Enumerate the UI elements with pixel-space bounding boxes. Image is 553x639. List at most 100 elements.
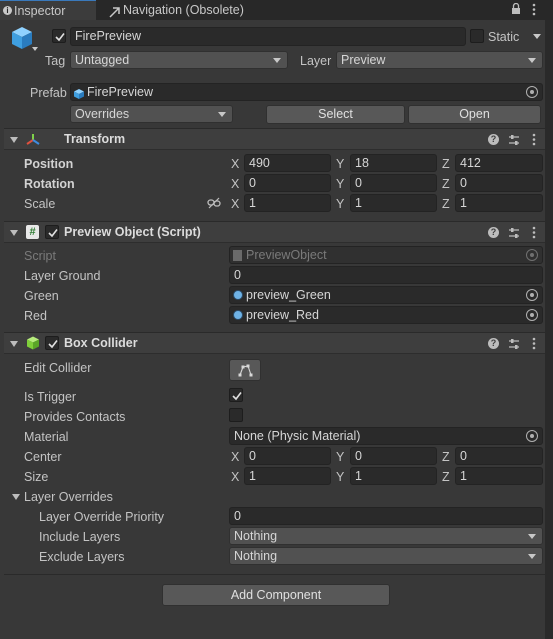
collider-enabled-checkbox[interactable] (45, 336, 59, 350)
help-icon[interactable]: ? (488, 134, 499, 145)
more-icon[interactable] (532, 133, 536, 146)
static-dropdown-arrow[interactable] (533, 34, 541, 39)
center-y-input[interactable]: 0 (350, 447, 437, 465)
transform-icon (26, 133, 40, 147)
chevron-down-icon (218, 112, 226, 117)
layer-label: Layer (300, 54, 332, 68)
tab-inspector-label: Inspector (14, 4, 66, 18)
info-icon: i (3, 6, 12, 15)
position-x-input[interactable]: 490 (244, 154, 331, 172)
tab-navigation[interactable]: Navigation (Obsolete) (107, 0, 282, 20)
more-icon[interactable] (532, 226, 536, 239)
tab-inspector[interactable]: i Inspector (0, 0, 96, 20)
preset-icon[interactable] (508, 227, 520, 239)
green-field[interactable]: preview_Green (229, 286, 543, 304)
more-icon[interactable] (532, 337, 536, 350)
preset-icon[interactable] (508, 134, 520, 146)
foldout-arrow-icon[interactable] (10, 230, 18, 236)
open-button[interactable]: Open (408, 105, 541, 124)
rotation-y-input[interactable]: 0 (350, 174, 437, 192)
axis-x-label[interactable]: X (231, 156, 239, 172)
layer-dropdown[interactable]: Preview (336, 51, 543, 69)
size-label: Size (24, 470, 49, 484)
red-field[interactable]: preview_Red (229, 306, 543, 324)
material-label: Material (24, 430, 69, 444)
size-y-input[interactable]: 1 (350, 467, 437, 485)
size-z-input[interactable]: 1 (455, 467, 543, 485)
tag-dropdown[interactable]: Untagged (70, 51, 288, 69)
gameobject-name-input[interactable]: FirePreview (70, 27, 466, 46)
transform-header[interactable]: Transform ? (4, 128, 545, 150)
axis-y-label[interactable]: Y (336, 156, 344, 172)
script-label: Script (24, 249, 56, 263)
layer-overrides-foldout-icon[interactable] (12, 494, 20, 500)
object-picker-icon[interactable] (526, 86, 538, 98)
position-y-input[interactable]: 18 (350, 154, 437, 172)
box-collider-icon (26, 336, 40, 350)
script-file-icon (233, 250, 242, 261)
menu-icon[interactable] (532, 3, 536, 16)
provides-contacts-checkbox[interactable] (229, 408, 243, 422)
center-z-input[interactable]: 0 (455, 447, 543, 465)
scale-y-input[interactable]: 1 (350, 194, 437, 212)
divider (4, 574, 545, 575)
tab-navigation-label: Navigation (Obsolete) (123, 3, 244, 17)
add-component-button[interactable]: Add Component (162, 584, 390, 606)
axis-y-label[interactable]: Y (336, 469, 344, 485)
is-trigger-checkbox[interactable] (229, 388, 243, 402)
axis-z-label[interactable]: Z (442, 176, 450, 192)
edit-collider-button[interactable] (229, 359, 261, 381)
chevron-down-icon (528, 534, 536, 539)
size-x-input[interactable]: 1 (244, 467, 331, 485)
axis-y-label[interactable]: Y (336, 196, 344, 212)
object-picker-icon[interactable] (526, 430, 538, 442)
overrides-dropdown[interactable]: Overrides (70, 105, 233, 123)
axis-z-label[interactable]: Z (442, 156, 450, 172)
axis-x-label[interactable]: X (231, 196, 239, 212)
box-collider-title: Box Collider (64, 336, 138, 350)
box-collider-header[interactable]: Box Collider ? (4, 332, 545, 354)
layer-ground-input[interactable]: 0 (229, 266, 543, 284)
rotation-z-input[interactable]: 0 (455, 174, 543, 192)
preview-object-header[interactable]: # Preview Object (Script) ? (4, 221, 545, 243)
is-trigger-label: Is Trigger (24, 390, 77, 404)
layer-overrides-label[interactable]: Layer Overrides (24, 489, 113, 505)
layer-override-priority-input[interactable]: 0 (229, 507, 543, 525)
link-icon[interactable] (207, 197, 221, 209)
active-checkbox[interactable] (52, 29, 66, 43)
include-layers-dropdown[interactable]: Nothing (229, 527, 543, 545)
axis-x-label[interactable]: X (231, 176, 239, 192)
axis-x-label[interactable]: X (231, 469, 239, 485)
icon-dropdown-arrow[interactable] (32, 47, 38, 51)
select-button[interactable]: Select (266, 105, 405, 124)
position-label: Position (24, 157, 74, 171)
exclude-layers-dropdown[interactable]: Nothing (229, 547, 543, 565)
axis-z-label[interactable]: Z (442, 449, 450, 465)
include-layers-label: Include Layers (39, 530, 121, 544)
static-checkbox[interactable] (470, 29, 484, 43)
prefab-field[interactable]: FirePreview (70, 83, 543, 101)
gameobject-icon (233, 290, 243, 300)
preset-icon[interactable] (508, 338, 520, 350)
axis-y-label[interactable]: Y (336, 449, 344, 465)
foldout-arrow-icon[interactable] (10, 341, 18, 347)
axis-y-label[interactable]: Y (336, 176, 344, 192)
lock-icon[interactable] (511, 2, 521, 15)
foldout-arrow-icon[interactable] (10, 137, 18, 143)
navigation-icon (109, 4, 120, 18)
rotation-x-input[interactable]: 0 (244, 174, 331, 192)
object-picker-icon[interactable] (526, 309, 538, 321)
position-z-input[interactable]: 412 (455, 154, 543, 172)
tag-label: Tag (45, 54, 66, 68)
axis-z-label[interactable]: Z (442, 469, 450, 485)
axis-x-label[interactable]: X (231, 449, 239, 465)
scale-z-input[interactable]: 1 (455, 194, 543, 212)
help-icon[interactable]: ? (488, 338, 499, 349)
material-field[interactable]: None (Physic Material) (229, 427, 543, 445)
axis-z-label[interactable]: Z (442, 196, 450, 212)
preview-enabled-checkbox[interactable] (45, 225, 59, 239)
object-picker-icon[interactable] (526, 289, 538, 301)
center-x-input[interactable]: 0 (244, 447, 331, 465)
scale-x-input[interactable]: 1 (244, 194, 331, 212)
help-icon[interactable]: ? (488, 227, 499, 238)
